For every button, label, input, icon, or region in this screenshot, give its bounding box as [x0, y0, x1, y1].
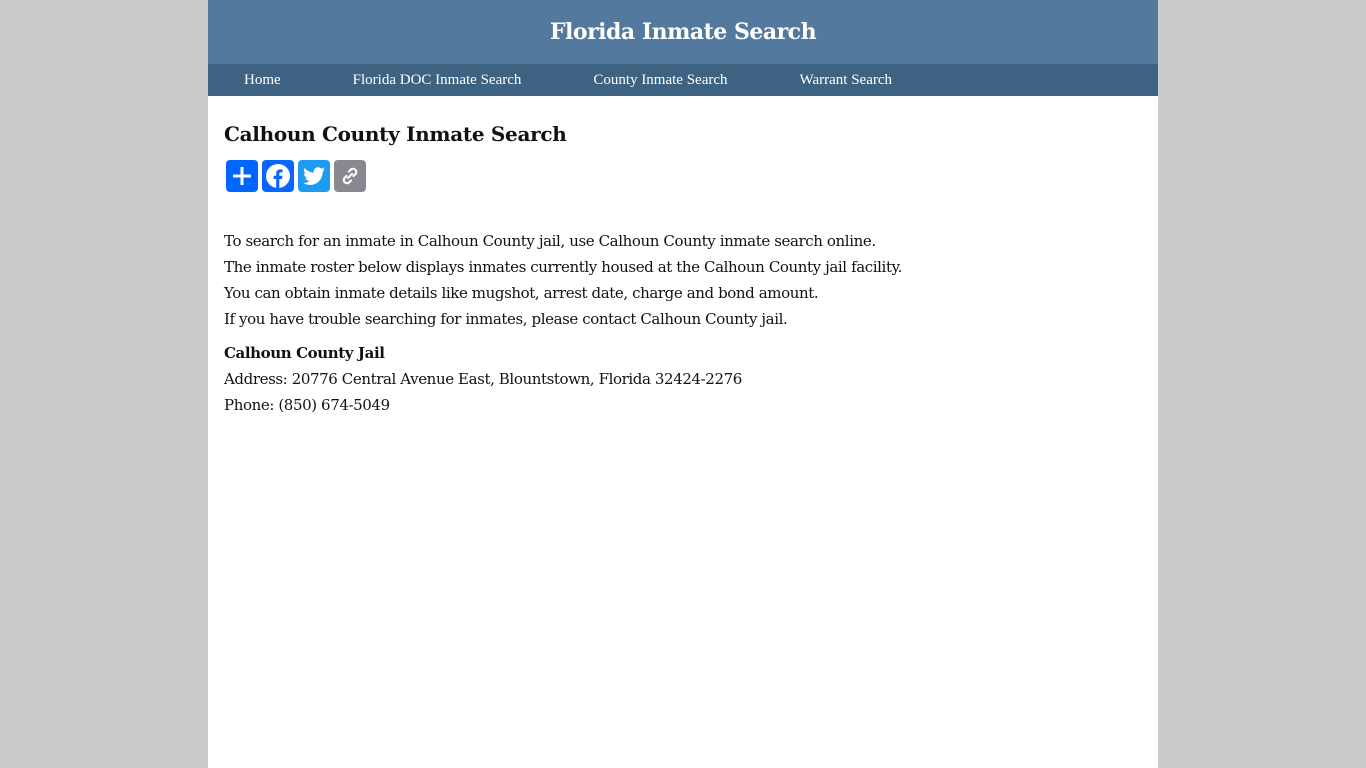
intro-line: To search for an inmate in Calhoun Count…	[224, 232, 876, 250]
site-header: Florida Inmate Search	[208, 0, 1158, 64]
nav-florida-doc-inmate-search[interactable]: Florida DOC Inmate Search	[353, 72, 522, 89]
twitter-share-button[interactable]	[298, 160, 330, 192]
intro-line: You can obtain inmate details like mugsh…	[224, 284, 819, 302]
facebook-share-button[interactable]	[262, 160, 294, 192]
share-buttons	[226, 160, 1142, 192]
jail-info: Calhoun County Jail Address: 20776 Centr…	[224, 340, 1142, 418]
main-nav: Home Florida DOC Inmate Search County In…	[208, 64, 1158, 96]
nav-home[interactable]: Home	[244, 72, 281, 89]
intro-line: The inmate roster below displays inmates…	[224, 258, 903, 276]
share-button[interactable]	[226, 160, 258, 192]
intro-text: To search for an inmate in Calhoun Count…	[224, 228, 1142, 332]
jail-name: Calhoun County Jail	[224, 344, 385, 362]
site-title[interactable]: Florida Inmate Search	[550, 19, 817, 45]
intro-line: If you have trouble searching for inmate…	[224, 310, 788, 328]
page: Florida Inmate Search Home Florida DOC I…	[208, 0, 1158, 768]
share-plus-icon	[233, 167, 251, 185]
nav-warrant-search[interactable]: Warrant Search	[800, 72, 893, 89]
nav-county-inmate-search[interactable]: County Inmate Search	[593, 72, 727, 89]
twitter-icon	[303, 167, 325, 185]
page-title: Calhoun County Inmate Search	[224, 122, 567, 146]
jail-address: Address: 20776 Central Avenue East, Blou…	[224, 370, 742, 388]
main-content: Calhoun County Inmate Search To search f…	[208, 122, 1158, 418]
facebook-icon	[266, 164, 290, 188]
copy-link-icon	[342, 167, 358, 185]
jail-phone: Phone: (850) 674-5049	[224, 396, 390, 414]
copy-link-button[interactable]	[334, 160, 366, 192]
